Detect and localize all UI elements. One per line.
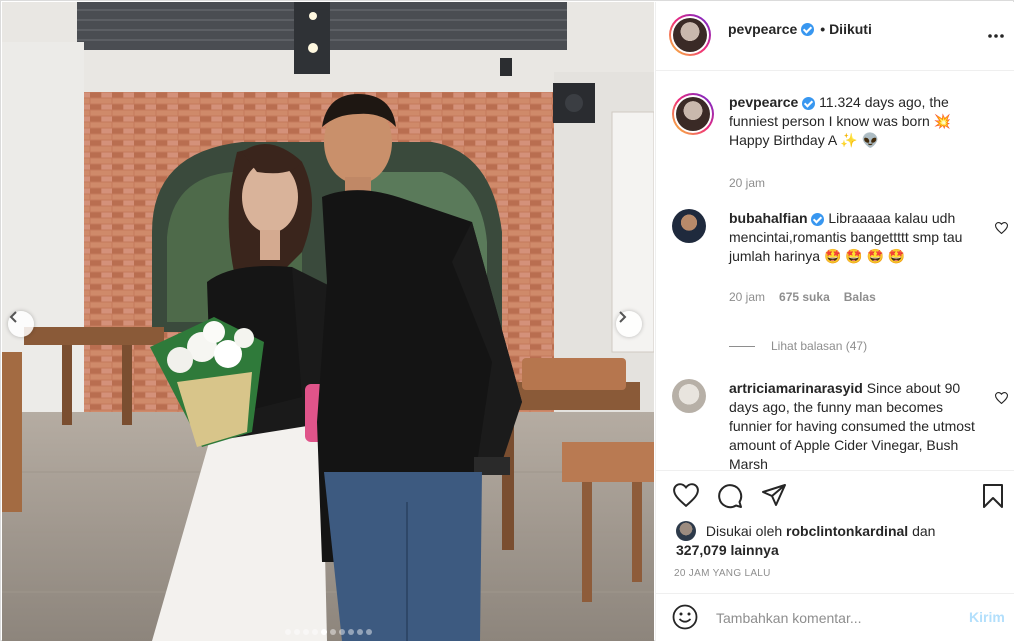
previous-image-button[interactable] [8, 311, 34, 337]
heart-icon [994, 392, 1009, 405]
like-button[interactable] [673, 483, 699, 512]
liker-username[interactable]: robclintonkardinal [786, 523, 908, 539]
comment-input[interactable] [716, 606, 956, 630]
next-image-button[interactable] [616, 311, 642, 337]
post-header: pevpearce • Diikuti [656, 2, 1014, 71]
comment-body: bubahalfian Libraaaaa kalau udh mencinta… [729, 209, 989, 307]
photo-illustration [2, 2, 654, 641]
caption-body: pevpearce 11.324 days ago, the funniest … [729, 93, 989, 193]
caption-avatar[interactable] [672, 93, 714, 135]
comment-time[interactable]: 20 jam [729, 288, 765, 307]
view-replies-label: Lihat balasan (47) [771, 339, 868, 353]
reply-button[interactable]: Balas [844, 288, 876, 307]
comment-body: artriciamarinarasyid Since about 90 days… [729, 379, 989, 470]
verified-badge-icon [802, 96, 816, 110]
like-comment-button[interactable] [994, 391, 1009, 409]
paper-plane-icon [762, 484, 786, 506]
carousel-dot [347, 629, 354, 635]
caption-meta: 20 jam [729, 174, 989, 193]
emoji-button[interactable] [672, 604, 698, 635]
carousel-dot [302, 629, 309, 635]
post-timestamp[interactable]: 20 JAM YANG LALU [674, 568, 771, 579]
author-info: pevpearce • Diikuti [728, 21, 872, 37]
heart-icon [673, 483, 699, 508]
post-photo[interactable] [2, 2, 654, 641]
more-horizontal-icon [988, 34, 1004, 38]
carousel-indicator [2, 629, 654, 635]
carousel-dot-active [320, 629, 327, 635]
verified-badge-icon [811, 212, 825, 226]
author-username[interactable]: pevpearce [728, 21, 797, 37]
share-button[interactable] [761, 483, 787, 512]
comment-composer: Kirim [656, 593, 1014, 641]
caption-time[interactable]: 20 jam [729, 174, 765, 193]
carousel-dot [338, 629, 345, 635]
comment-username[interactable]: bubahalfian [729, 210, 808, 226]
caption-username[interactable]: pevpearce [729, 94, 798, 110]
carousel-dot [293, 629, 300, 635]
comment-button[interactable] [717, 483, 743, 514]
chevron-left-icon [9, 311, 17, 323]
likes-prefix: Disukai oleh [705, 523, 783, 539]
heart-icon [994, 222, 1009, 235]
post-comment-button[interactable]: Kirim [969, 609, 1005, 625]
replies-divider [729, 345, 755, 347]
follow-status[interactable]: • Diikuti [820, 21, 872, 37]
liker-avatar[interactable] [676, 521, 696, 541]
post-sidebar: pevpearce • Diikuti pevpearce 11.324 day… [655, 2, 1014, 641]
verified-badge-icon [801, 22, 815, 36]
view-replies-button[interactable]: Lihat balasan (47) [729, 339, 867, 353]
carousel-dot [329, 629, 336, 635]
post-actions: Disukai oleh robclintonkardinal dan 327,… [656, 470, 1014, 590]
post-window: pevpearce • Diikuti pevpearce 11.324 day… [0, 0, 1014, 641]
likes-and: dan [912, 523, 936, 539]
carousel-dot [311, 629, 318, 635]
carousel-dot [365, 629, 372, 635]
chevron-right-icon [619, 311, 627, 323]
like-comment-button[interactable] [994, 221, 1009, 239]
author-avatar[interactable] [669, 14, 711, 56]
more-options-button[interactable] [988, 22, 1004, 43]
save-button[interactable] [982, 483, 1004, 514]
carousel-dot [284, 629, 291, 635]
commenter-avatar[interactable] [672, 379, 706, 413]
likes-summary: Disukai oleh robclintonkardinal dan 327,… [676, 521, 935, 560]
bookmark-icon [983, 484, 1003, 508]
comment-meta: 20 jam 675 suka Balas [729, 288, 989, 307]
comment-likes-count[interactable]: 675 suka [779, 288, 830, 307]
commenter-avatar[interactable] [672, 209, 706, 243]
comment-username[interactable]: artriciamarinarasyid [729, 380, 863, 396]
comment-bubble-icon [718, 484, 743, 509]
smiley-icon [672, 604, 698, 630]
comments-list[interactable]: pevpearce 11.324 days ago, the funniest … [656, 72, 1014, 470]
carousel-dot [356, 629, 363, 635]
likes-count[interactable]: 327,079 lainnya [676, 541, 935, 560]
